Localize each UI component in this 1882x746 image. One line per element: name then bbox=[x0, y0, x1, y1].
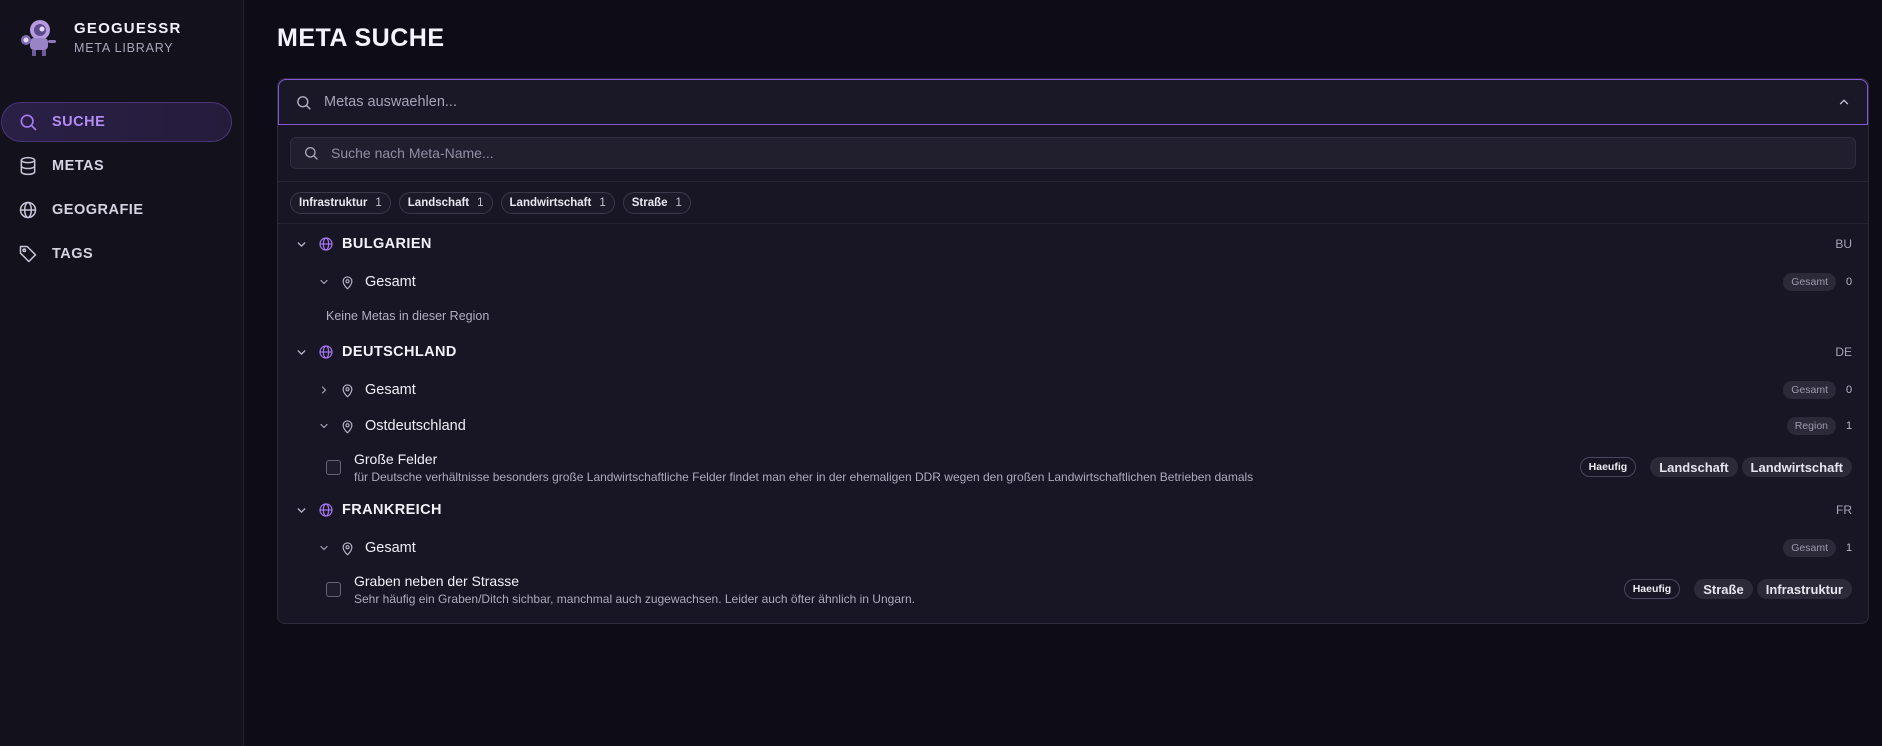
map-pin-icon bbox=[342, 541, 353, 556]
chip-count: 1 bbox=[675, 196, 682, 209]
sidebar-item-label: GEOGRAFIE bbox=[52, 202, 144, 218]
meta-row[interactable]: Große Felder für Deutsche verhältnisse b… bbox=[278, 444, 1868, 490]
globe-icon bbox=[319, 237, 333, 251]
sidebar-item-geografie[interactable]: GEOGRAFIE bbox=[1, 190, 232, 230]
country-row-bulgarien[interactable]: BULGARIEN BU bbox=[278, 224, 1868, 264]
chevron-down-icon[interactable] bbox=[318, 542, 330, 554]
region-count: 0 bbox=[1846, 276, 1853, 288]
country-row-deutschland[interactable]: DEUTSCHLAND DE bbox=[278, 332, 1868, 372]
region-badge: Gesamt bbox=[1783, 381, 1836, 399]
meta-title: Große Felder bbox=[354, 450, 438, 467]
meta-checkbox[interactable] bbox=[326, 459, 341, 475]
meta-checkbox[interactable] bbox=[326, 581, 341, 597]
filter-chip-landwirtschaft[interactable]: Landwirtschaft 1 bbox=[500, 191, 615, 214]
chevron-down-icon[interactable] bbox=[318, 276, 330, 288]
meta-tags: Haeufig Landschaft Landwirtschaft bbox=[1579, 457, 1852, 477]
region-row[interactable]: Gesamt Gesamt 0 bbox=[278, 264, 1868, 300]
meta-title: Graben neben der Strasse bbox=[354, 572, 519, 589]
region-name: Gesamt bbox=[365, 274, 416, 290]
chevron-down-icon[interactable] bbox=[295, 504, 308, 517]
meta-tag: Landwirtschaft bbox=[1741, 457, 1852, 477]
meta-select-panel: Metas auswaehlen... Infrastruktur 1 Land… bbox=[277, 78, 1869, 624]
tag-icon bbox=[19, 245, 37, 263]
country-name: DEUTSCHLAND bbox=[342, 344, 457, 360]
country-name: FRANKREICH bbox=[342, 502, 442, 518]
region-badge: Gesamt bbox=[1783, 273, 1836, 291]
country-code: DE bbox=[1835, 345, 1852, 359]
chip-count: 1 bbox=[599, 196, 606, 209]
chip-label: Landschaft bbox=[407, 196, 470, 209]
globe-icon bbox=[19, 201, 37, 219]
frequency-badge: Haeufig bbox=[1579, 457, 1637, 477]
region-name: Gesamt bbox=[365, 382, 416, 398]
region-count: 0 bbox=[1846, 384, 1853, 396]
meta-row[interactable]: Graben neben der Strasse Sehr häufig ein… bbox=[278, 566, 1868, 612]
region-name: Ostdeutschland bbox=[365, 418, 466, 434]
chip-count: 1 bbox=[375, 196, 382, 209]
country-code: FR bbox=[1836, 503, 1852, 517]
region-badge: Region bbox=[1786, 417, 1836, 435]
sidebar: GEOGUESSR META LIBRARY SUCHE METAS GEOGR… bbox=[0, 0, 244, 746]
frequency-badge: Haeufig bbox=[1623, 579, 1681, 599]
region-row[interactable]: Gesamt Gesamt 0 bbox=[278, 372, 1868, 408]
meta-search-box[interactable] bbox=[290, 137, 1856, 169]
filter-chip-strasse[interactable]: Straße 1 bbox=[622, 191, 691, 214]
region-name: Gesamt bbox=[365, 540, 416, 556]
region-row[interactable]: Ostdeutschland Region 1 bbox=[278, 408, 1868, 444]
page-title: META SUCHE bbox=[277, 24, 445, 52]
meta-select-trigger[interactable]: Metas auswaehlen... bbox=[278, 79, 1868, 125]
empty-region-note: Keine Metas in dieser Region bbox=[326, 309, 490, 323]
chip-label: Straße bbox=[631, 196, 668, 209]
country-name: BULGARIEN bbox=[342, 236, 432, 252]
region-badge: Gesamt bbox=[1783, 539, 1836, 557]
meta-text: Große Felder für Deutsche verhältnisse b… bbox=[354, 451, 1580, 484]
sidebar-item-label: TAGS bbox=[52, 246, 94, 262]
country-row-frankreich[interactable]: FRANKREICH FR bbox=[278, 490, 1868, 530]
search-icon bbox=[305, 147, 318, 160]
map-pin-icon bbox=[342, 383, 353, 398]
meta-search-input[interactable] bbox=[331, 145, 1843, 161]
brand[interactable]: GEOGUESSR META LIBRARY bbox=[18, 16, 182, 58]
search-icon bbox=[297, 95, 311, 110]
meta-tag: Straße bbox=[1694, 579, 1753, 599]
meta-description: für Deutsche verhältnisse besonders groß… bbox=[354, 469, 1254, 484]
meta-description: Sehr häufig ein Graben/Ditch sichbar, ma… bbox=[354, 591, 915, 606]
region-count: 1 bbox=[1846, 420, 1853, 432]
filter-chip-infrastruktur[interactable]: Infrastruktur 1 bbox=[290, 191, 391, 214]
chip-label: Infrastruktur bbox=[299, 196, 368, 209]
filter-chip-landschaft[interactable]: Landschaft 1 bbox=[398, 191, 493, 214]
chevron-right-icon[interactable] bbox=[318, 384, 330, 396]
sidebar-item-label: METAS bbox=[52, 158, 105, 174]
country-code: BU bbox=[1835, 237, 1852, 251]
chevron-down-icon[interactable] bbox=[318, 420, 330, 432]
globe-icon bbox=[319, 345, 333, 359]
sidebar-item-metas[interactable]: METAS bbox=[1, 146, 232, 186]
region-row[interactable]: Gesamt Gesamt 1 bbox=[278, 530, 1868, 566]
chip-count: 1 bbox=[477, 196, 484, 209]
brand-subtitle: META LIBRARY bbox=[74, 40, 174, 55]
meta-select-placeholder: Metas auswaehlen... bbox=[324, 94, 457, 110]
chevron-down-icon[interactable] bbox=[295, 238, 308, 251]
meta-tag: Landschaft bbox=[1650, 457, 1738, 477]
filter-chips: Infrastruktur 1 Landschaft 1 Landwirtsch… bbox=[278, 182, 1868, 224]
sidebar-item-tags[interactable]: TAGS bbox=[1, 234, 232, 274]
chevron-down-icon[interactable] bbox=[295, 346, 308, 359]
map-pin-icon bbox=[342, 419, 353, 434]
region-count: 1 bbox=[1846, 542, 1853, 554]
meta-tag: Infrastruktur bbox=[1756, 579, 1852, 599]
chevron-up-icon[interactable] bbox=[1837, 95, 1851, 109]
sidebar-item-label: SUCHE bbox=[52, 114, 106, 130]
sidebar-item-suche[interactable]: SUCHE bbox=[1, 102, 232, 142]
map-pin-icon bbox=[342, 275, 353, 290]
search-icon bbox=[20, 114, 37, 131]
meta-text: Graben neben der Strasse Sehr häufig ein… bbox=[354, 573, 1624, 606]
brand-title: GEOGUESSR bbox=[74, 19, 182, 37]
robot-logo-icon bbox=[21, 20, 56, 56]
meta-tags: Haeufig Straße Infrastruktur bbox=[1623, 579, 1852, 599]
sidebar-nav: SUCHE METAS GEOGRAFIE TAGS bbox=[0, 102, 244, 278]
chip-label: Landwirtschaft bbox=[509, 196, 592, 209]
meta-search-wrap bbox=[278, 125, 1868, 182]
globe-icon bbox=[319, 503, 333, 517]
database-icon bbox=[20, 156, 36, 176]
